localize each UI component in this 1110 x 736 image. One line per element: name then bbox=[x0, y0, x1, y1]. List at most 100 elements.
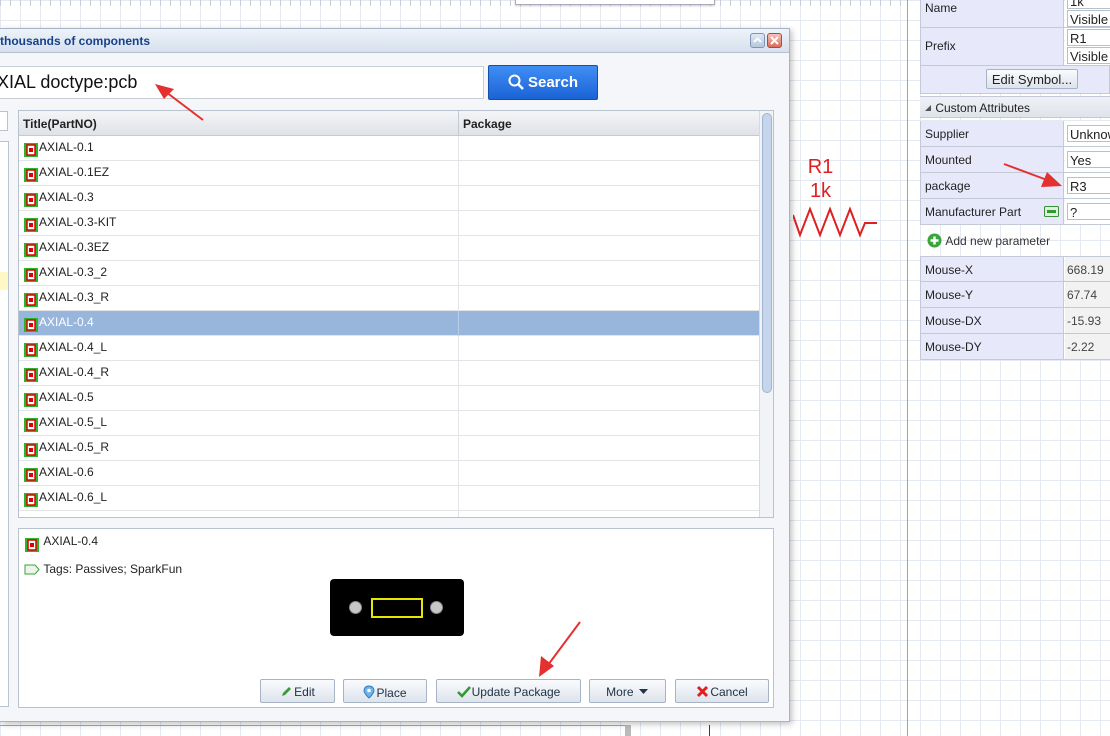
collapse-triangle-icon bbox=[925, 105, 931, 111]
footprint-outline bbox=[371, 598, 423, 618]
footprint-pad-right bbox=[430, 601, 443, 614]
part-title-cell: AXIAL-0.6_L bbox=[23, 490, 107, 508]
cell-divider bbox=[458, 186, 459, 211]
left-category-tree[interactable] bbox=[0, 141, 9, 707]
table-row[interactable]: AXIAL-0.1 bbox=[19, 136, 759, 161]
close-button[interactable] bbox=[767, 33, 782, 48]
table-row[interactable]: AXIAL-0.5 bbox=[19, 386, 759, 411]
prop-prefix-label: Prefix bbox=[920, 28, 1064, 65]
mouse-row: Mouse-Y 67.74 bbox=[920, 282, 1110, 308]
edit-button[interactable]: Edit bbox=[260, 679, 335, 703]
part-title-cell: AXIAL-0.5_L bbox=[23, 415, 107, 433]
part-title: AXIAL-0.1EZ bbox=[39, 165, 110, 179]
package-field[interactable]: R3 bbox=[1067, 177, 1110, 194]
part-title-cell: AXIAL-0.6 bbox=[23, 465, 94, 483]
minimize-button[interactable] bbox=[750, 33, 765, 48]
link-part-icon[interactable] bbox=[1044, 206, 1059, 217]
part-title-cell: AXIAL-0.3_2 bbox=[23, 265, 107, 283]
table-row[interactable]: AXIAL-0.3EZ bbox=[19, 236, 759, 261]
name-field[interactable]: 1k bbox=[1067, 0, 1110, 9]
table-row[interactable]: AXIAL-0.4_R bbox=[19, 361, 759, 386]
supplier-select[interactable]: Unknown bbox=[1067, 125, 1110, 142]
custom-attributes-header[interactable]: Custom Attributes bbox=[920, 96, 1110, 118]
table-row[interactable]: AXIAL-0.1EZ bbox=[19, 161, 759, 186]
table-row[interactable]: AXIAL-0.3-KIT bbox=[19, 211, 759, 236]
part-title-cell: AXIAL-0.5 bbox=[23, 390, 94, 408]
chip-icon bbox=[24, 142, 38, 157]
place-button-label: Place bbox=[376, 686, 407, 700]
table-row[interactable]: AXIAL-0.4 bbox=[19, 311, 759, 336]
cancel-button[interactable]: Cancel bbox=[675, 679, 769, 703]
details-panel: AXIAL-0.4 Tags: Passives; SparkFun Edit … bbox=[18, 528, 774, 708]
chip-icon bbox=[24, 467, 38, 482]
column-title-header[interactable]: Title(PartNO) bbox=[23, 117, 97, 131]
prop-package: package R3 bbox=[920, 173, 1110, 199]
cell-divider bbox=[458, 211, 459, 236]
left-tree-header[interactable] bbox=[0, 111, 8, 131]
prefix-field[interactable]: R1 bbox=[1067, 29, 1110, 46]
table-row[interactable]: AXIAL-0.6 bbox=[19, 461, 759, 486]
part-title-cell: AXIAL-0.4_L bbox=[23, 340, 107, 358]
table-row[interactable]: AXIAL-0.3_R bbox=[19, 286, 759, 311]
cell-divider bbox=[458, 511, 459, 517]
chip-icon bbox=[24, 417, 38, 432]
close-icon bbox=[770, 36, 779, 45]
update-package-button[interactable]: Update Package bbox=[436, 679, 581, 703]
supplier-value-cell: Unknown bbox=[1065, 121, 1110, 146]
table-row[interactable]: AXIAL-0.5_L bbox=[19, 411, 759, 436]
edit-symbol-button[interactable]: Edit Symbol... bbox=[986, 69, 1078, 89]
left-tree-selected-item[interactable] bbox=[0, 272, 8, 290]
part-title: AXIAL-0.5_L bbox=[39, 415, 108, 429]
part-title-cell: AXIAL-0.3EZ bbox=[23, 240, 109, 258]
canvas-red-line bbox=[709, 725, 710, 736]
part-title: AXIAL-0.4 bbox=[39, 315, 94, 329]
column-divider[interactable] bbox=[458, 111, 459, 136]
cell-divider bbox=[458, 286, 459, 311]
table-row[interactable]: AXIAL-0.5_R bbox=[19, 436, 759, 461]
mouse-value: 67.74 bbox=[1065, 282, 1110, 307]
prop-name-values: 1k Visible bbox=[1065, 0, 1110, 27]
table-row[interactable]: AXIAL-0.6_L bbox=[19, 486, 759, 511]
prop-mounted: Mounted Yes bbox=[920, 147, 1110, 173]
part-title-cell: AXIAL-0.3-KIT bbox=[23, 215, 116, 233]
add-parameter-link[interactable]: Add new parameter bbox=[927, 233, 1050, 251]
cell-divider bbox=[458, 486, 459, 511]
more-button-label: More bbox=[606, 685, 634, 699]
prop-supplier: Supplier Unknown bbox=[920, 121, 1110, 147]
table-row[interactable] bbox=[19, 511, 759, 517]
more-button[interactable]: More bbox=[589, 679, 666, 703]
search-button[interactable]: Search bbox=[488, 65, 598, 100]
prop-manufacturer-part: Manufacturer Part ? bbox=[920, 199, 1110, 225]
tag-icon bbox=[24, 564, 40, 575]
resistor-symbol[interactable]: R1 1k bbox=[793, 150, 883, 245]
results-grid: Title(PartNO) Package AXIAL-0.1 AXIAL-0.1… bbox=[18, 110, 774, 518]
place-button[interactable]: Place bbox=[343, 679, 427, 703]
cell-divider bbox=[458, 261, 459, 286]
chip-icon bbox=[24, 317, 38, 332]
add-parameter-label: Add new parameter bbox=[945, 234, 1051, 248]
grid-scrollbar[interactable] bbox=[759, 111, 773, 517]
mouse-label: Mouse-DY bbox=[920, 334, 1064, 359]
table-row[interactable]: AXIAL-0.4_L bbox=[19, 336, 759, 361]
manufacturer-part-field[interactable]: ? bbox=[1067, 203, 1110, 220]
canvas-wire bbox=[0, 725, 625, 726]
chip-icon bbox=[24, 217, 38, 232]
mouse-label: Mouse-DX bbox=[920, 308, 1064, 333]
canvas-ruler bbox=[0, 0, 910, 6]
search-input[interactable]: XIAL doctype:pcb bbox=[0, 66, 484, 99]
prefix-visibility-select[interactable]: Visible bbox=[1067, 47, 1110, 64]
chip-icon bbox=[24, 367, 38, 382]
cell-divider bbox=[458, 386, 459, 411]
prop-name-label: Name bbox=[920, 0, 1064, 27]
column-package-header[interactable]: Package bbox=[463, 117, 512, 131]
panel-divider[interactable] bbox=[907, 0, 908, 736]
table-row[interactable]: AXIAL-0.3_2 bbox=[19, 261, 759, 286]
mouse-row: Mouse-X 668.19 bbox=[920, 256, 1110, 282]
footprint-pad-left bbox=[349, 601, 362, 614]
name-visibility-select[interactable]: Visible bbox=[1067, 10, 1110, 27]
part-title-cell bbox=[23, 515, 39, 517]
mounted-select[interactable]: Yes bbox=[1067, 151, 1110, 168]
prop-prefix-values: R1 Visible bbox=[1065, 28, 1110, 65]
grid-scroll-thumb[interactable] bbox=[762, 113, 772, 393]
table-row[interactable]: AXIAL-0.3 bbox=[19, 186, 759, 211]
